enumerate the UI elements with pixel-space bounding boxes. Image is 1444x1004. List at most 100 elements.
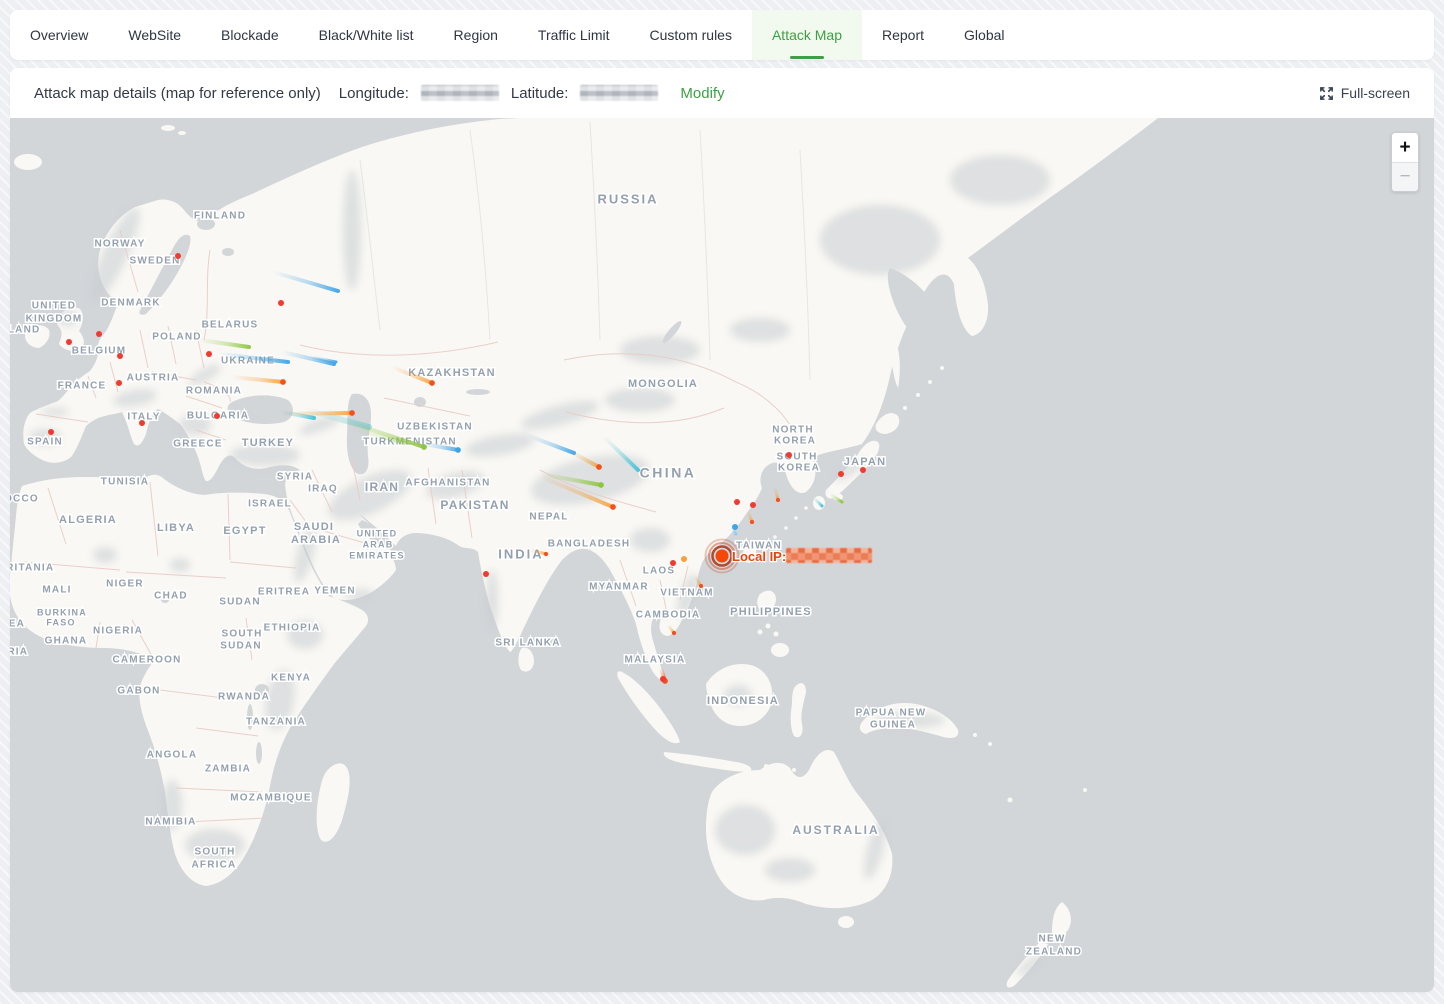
modify-link[interactable]: Modify bbox=[680, 85, 724, 102]
attack-dot bbox=[206, 351, 212, 357]
map-label: PAKISTAN bbox=[440, 498, 509, 512]
map-label: FRANCE bbox=[58, 381, 107, 392]
attack-dot bbox=[660, 676, 666, 682]
map-label: YEMEN bbox=[314, 586, 356, 597]
map-label: POLAND bbox=[152, 332, 201, 343]
attack-trail-head bbox=[610, 504, 616, 510]
map-label: BELARUS bbox=[202, 320, 259, 331]
map-label: NIGERIA bbox=[93, 626, 143, 637]
tab-overview[interactable]: Overview bbox=[10, 10, 108, 60]
attack-trail-head bbox=[672, 631, 676, 635]
local-ip-value-redacted bbox=[786, 548, 872, 563]
map-label: AFRICA bbox=[192, 860, 237, 871]
map-label: FINLAND bbox=[194, 211, 246, 222]
zoom-out-button[interactable]: − bbox=[1392, 162, 1418, 191]
map-label: DENMARK bbox=[101, 298, 161, 309]
map-label: SAUDI bbox=[294, 521, 334, 533]
attack-dot bbox=[214, 413, 220, 419]
map-label: AUSTRALIA bbox=[792, 823, 879, 837]
attack-dot bbox=[96, 331, 102, 337]
local-ip-label: Local IP: bbox=[732, 549, 786, 564]
attack-dot bbox=[860, 467, 866, 473]
attack-trail-head bbox=[544, 552, 548, 556]
attack-dot bbox=[483, 571, 489, 577]
map-label: IRAQ bbox=[308, 484, 338, 495]
attack-map[interactable]: RUSSIAFINLANDNORWAYSWEDENDENMARKUNITEDKI… bbox=[10, 118, 1434, 992]
attack-trail-head bbox=[596, 464, 602, 470]
map-label: FASO bbox=[46, 617, 75, 627]
map-label: NEPAL bbox=[529, 512, 568, 523]
map-label: MALAYSIA bbox=[625, 655, 686, 666]
map-label: KOREA bbox=[774, 436, 816, 447]
map-label: MAURITANIA bbox=[10, 563, 54, 574]
map-label: ROMANIA bbox=[186, 386, 242, 397]
attack-dot bbox=[681, 556, 687, 562]
attack-dot bbox=[278, 300, 284, 306]
map-label: ARABIA bbox=[291, 534, 341, 546]
map-label: BURKINA bbox=[37, 607, 87, 617]
attack-dot bbox=[750, 502, 756, 508]
map-label: MOROCCO bbox=[10, 494, 39, 505]
map-label: PHILIPPINES bbox=[730, 606, 812, 618]
tab-traffic-limit[interactable]: Traffic Limit bbox=[518, 10, 630, 60]
map-label: UZBEKISTAN bbox=[397, 422, 473, 433]
top-tab-bar: OverviewWebSiteBlockadeBlack/White listR… bbox=[10, 10, 1434, 60]
latitude-value-redacted bbox=[580, 85, 658, 101]
map-label: GABON bbox=[117, 686, 160, 697]
map-label: MONGOLIA bbox=[628, 378, 698, 390]
tab-website[interactable]: WebSite bbox=[108, 10, 201, 60]
map-label: NORTH bbox=[772, 425, 814, 436]
attack-trail-head bbox=[598, 482, 604, 488]
zoom-in-button[interactable]: + bbox=[1392, 133, 1418, 162]
tab-report[interactable]: Report bbox=[862, 10, 944, 60]
map-label: IRAN bbox=[365, 480, 399, 494]
map-label: JAPAN bbox=[844, 456, 886, 468]
attack-dot bbox=[670, 560, 676, 566]
map-label: BANGLADESH bbox=[548, 539, 631, 550]
map-label: TURKEY bbox=[242, 437, 294, 449]
map-label: TUNISIA bbox=[101, 477, 149, 488]
map-label: SOUTH bbox=[222, 629, 263, 640]
map-label: CAMEROON bbox=[112, 655, 181, 666]
tab-attack-map[interactable]: Attack Map bbox=[752, 10, 862, 60]
map-label: ARAB bbox=[363, 539, 394, 549]
map-label: GHANA bbox=[45, 636, 88, 647]
map-label: NEW bbox=[1039, 934, 1066, 945]
attack-trail bbox=[281, 413, 352, 414]
map-label: RWANDA bbox=[218, 692, 270, 703]
map-label: EMIRATES bbox=[349, 550, 404, 560]
tab-black-white-list[interactable]: Black/White list bbox=[299, 10, 434, 60]
fullscreen-label: Full-screen bbox=[1341, 85, 1410, 101]
map-label: LIBYA bbox=[157, 522, 195, 534]
attack-dot bbox=[66, 339, 72, 345]
attack-dot bbox=[117, 353, 123, 359]
map-label: ZEALAND bbox=[1026, 947, 1082, 958]
map-label: TANZANIA bbox=[246, 717, 306, 728]
map-label: MYANMAR bbox=[589, 582, 649, 593]
map-label: AFGHANISTAN bbox=[405, 478, 490, 489]
map-label: GUINEA bbox=[870, 720, 916, 731]
attack-dot bbox=[786, 452, 792, 458]
tab-blockade[interactable]: Blockade bbox=[201, 10, 299, 60]
map-label: ERITREA bbox=[258, 587, 310, 598]
map-label: INDIA bbox=[498, 546, 543, 561]
map-label: ANGOLA bbox=[147, 750, 198, 761]
longitude-label: Longitude: bbox=[339, 85, 409, 102]
attack-trail-head bbox=[776, 498, 780, 502]
attack-trail-head bbox=[349, 410, 355, 416]
tab-custom-rules[interactable]: Custom rules bbox=[630, 10, 752, 60]
map-label: SYRIA bbox=[277, 472, 314, 483]
map-label: IRELAND bbox=[10, 325, 40, 336]
attack-trail-head bbox=[455, 447, 461, 453]
map-label: MALI bbox=[42, 585, 71, 596]
fullscreen-icon bbox=[1319, 86, 1334, 101]
tab-region[interactable]: Region bbox=[434, 10, 518, 60]
attack-dot bbox=[734, 499, 740, 505]
attack-trail-head bbox=[429, 380, 435, 386]
attack-dot bbox=[175, 253, 181, 259]
map-label: SUDAN bbox=[220, 641, 262, 652]
tab-global[interactable]: Global bbox=[944, 10, 1024, 60]
map-label: EGYPT bbox=[223, 525, 266, 537]
fullscreen-button[interactable]: Full-screen bbox=[1319, 85, 1410, 101]
map-label: CHINA bbox=[640, 465, 697, 481]
